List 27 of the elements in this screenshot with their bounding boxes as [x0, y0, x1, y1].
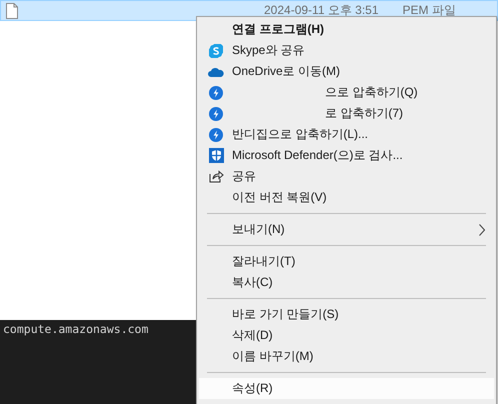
menu-item[interactable]: 잘라내기(T) [199, 251, 494, 272]
menu-item[interactable]: 공유 [199, 166, 494, 187]
menu-item[interactable]: 삭제(D) [199, 325, 494, 346]
menu-item[interactable]: 로 압축하기(7) [199, 103, 494, 124]
menu-item[interactable]: Skype와 공유 [199, 40, 494, 61]
lightning-icon [209, 106, 223, 120]
menu-item[interactable]: 이전 버전 복원(V) [199, 187, 494, 208]
menu-item[interactable]: 으로 압축하기(Q) [199, 82, 494, 103]
lightning-icon [209, 86, 223, 100]
menu-item[interactable]: Microsoft Defender(으)로 검사... [199, 145, 494, 166]
file-type: PEM 파일 [402, 2, 456, 19]
terminal-text: compute.amazonaws.com [2, 321, 150, 336]
menu-item[interactable]: 복사(C) [199, 272, 494, 293]
menu-item[interactable]: OneDrive로 이동(M) [199, 61, 494, 82]
share-icon [208, 170, 224, 183]
skype-icon [209, 44, 223, 58]
modified-date: 2024-09-11 오후 3:51 [264, 2, 379, 19]
file-icon [6, 2, 18, 18]
menu-item[interactable]: 연결 프로그램(H) [199, 19, 494, 40]
menu-item[interactable]: 속성(R) [199, 378, 494, 399]
lightning-icon [209, 128, 223, 142]
cloud-icon [208, 66, 224, 76]
menu-item[interactable]: 보내기(N) [199, 219, 494, 240]
menu-item[interactable]: 반디집으로 압축하기(L)... [199, 124, 494, 145]
shield-icon [208, 148, 224, 163]
menu-item[interactable]: 이름 바꾸기(M) [199, 346, 494, 367]
menu-item[interactable]: 바로 가기 만들기(S) [199, 304, 494, 325]
